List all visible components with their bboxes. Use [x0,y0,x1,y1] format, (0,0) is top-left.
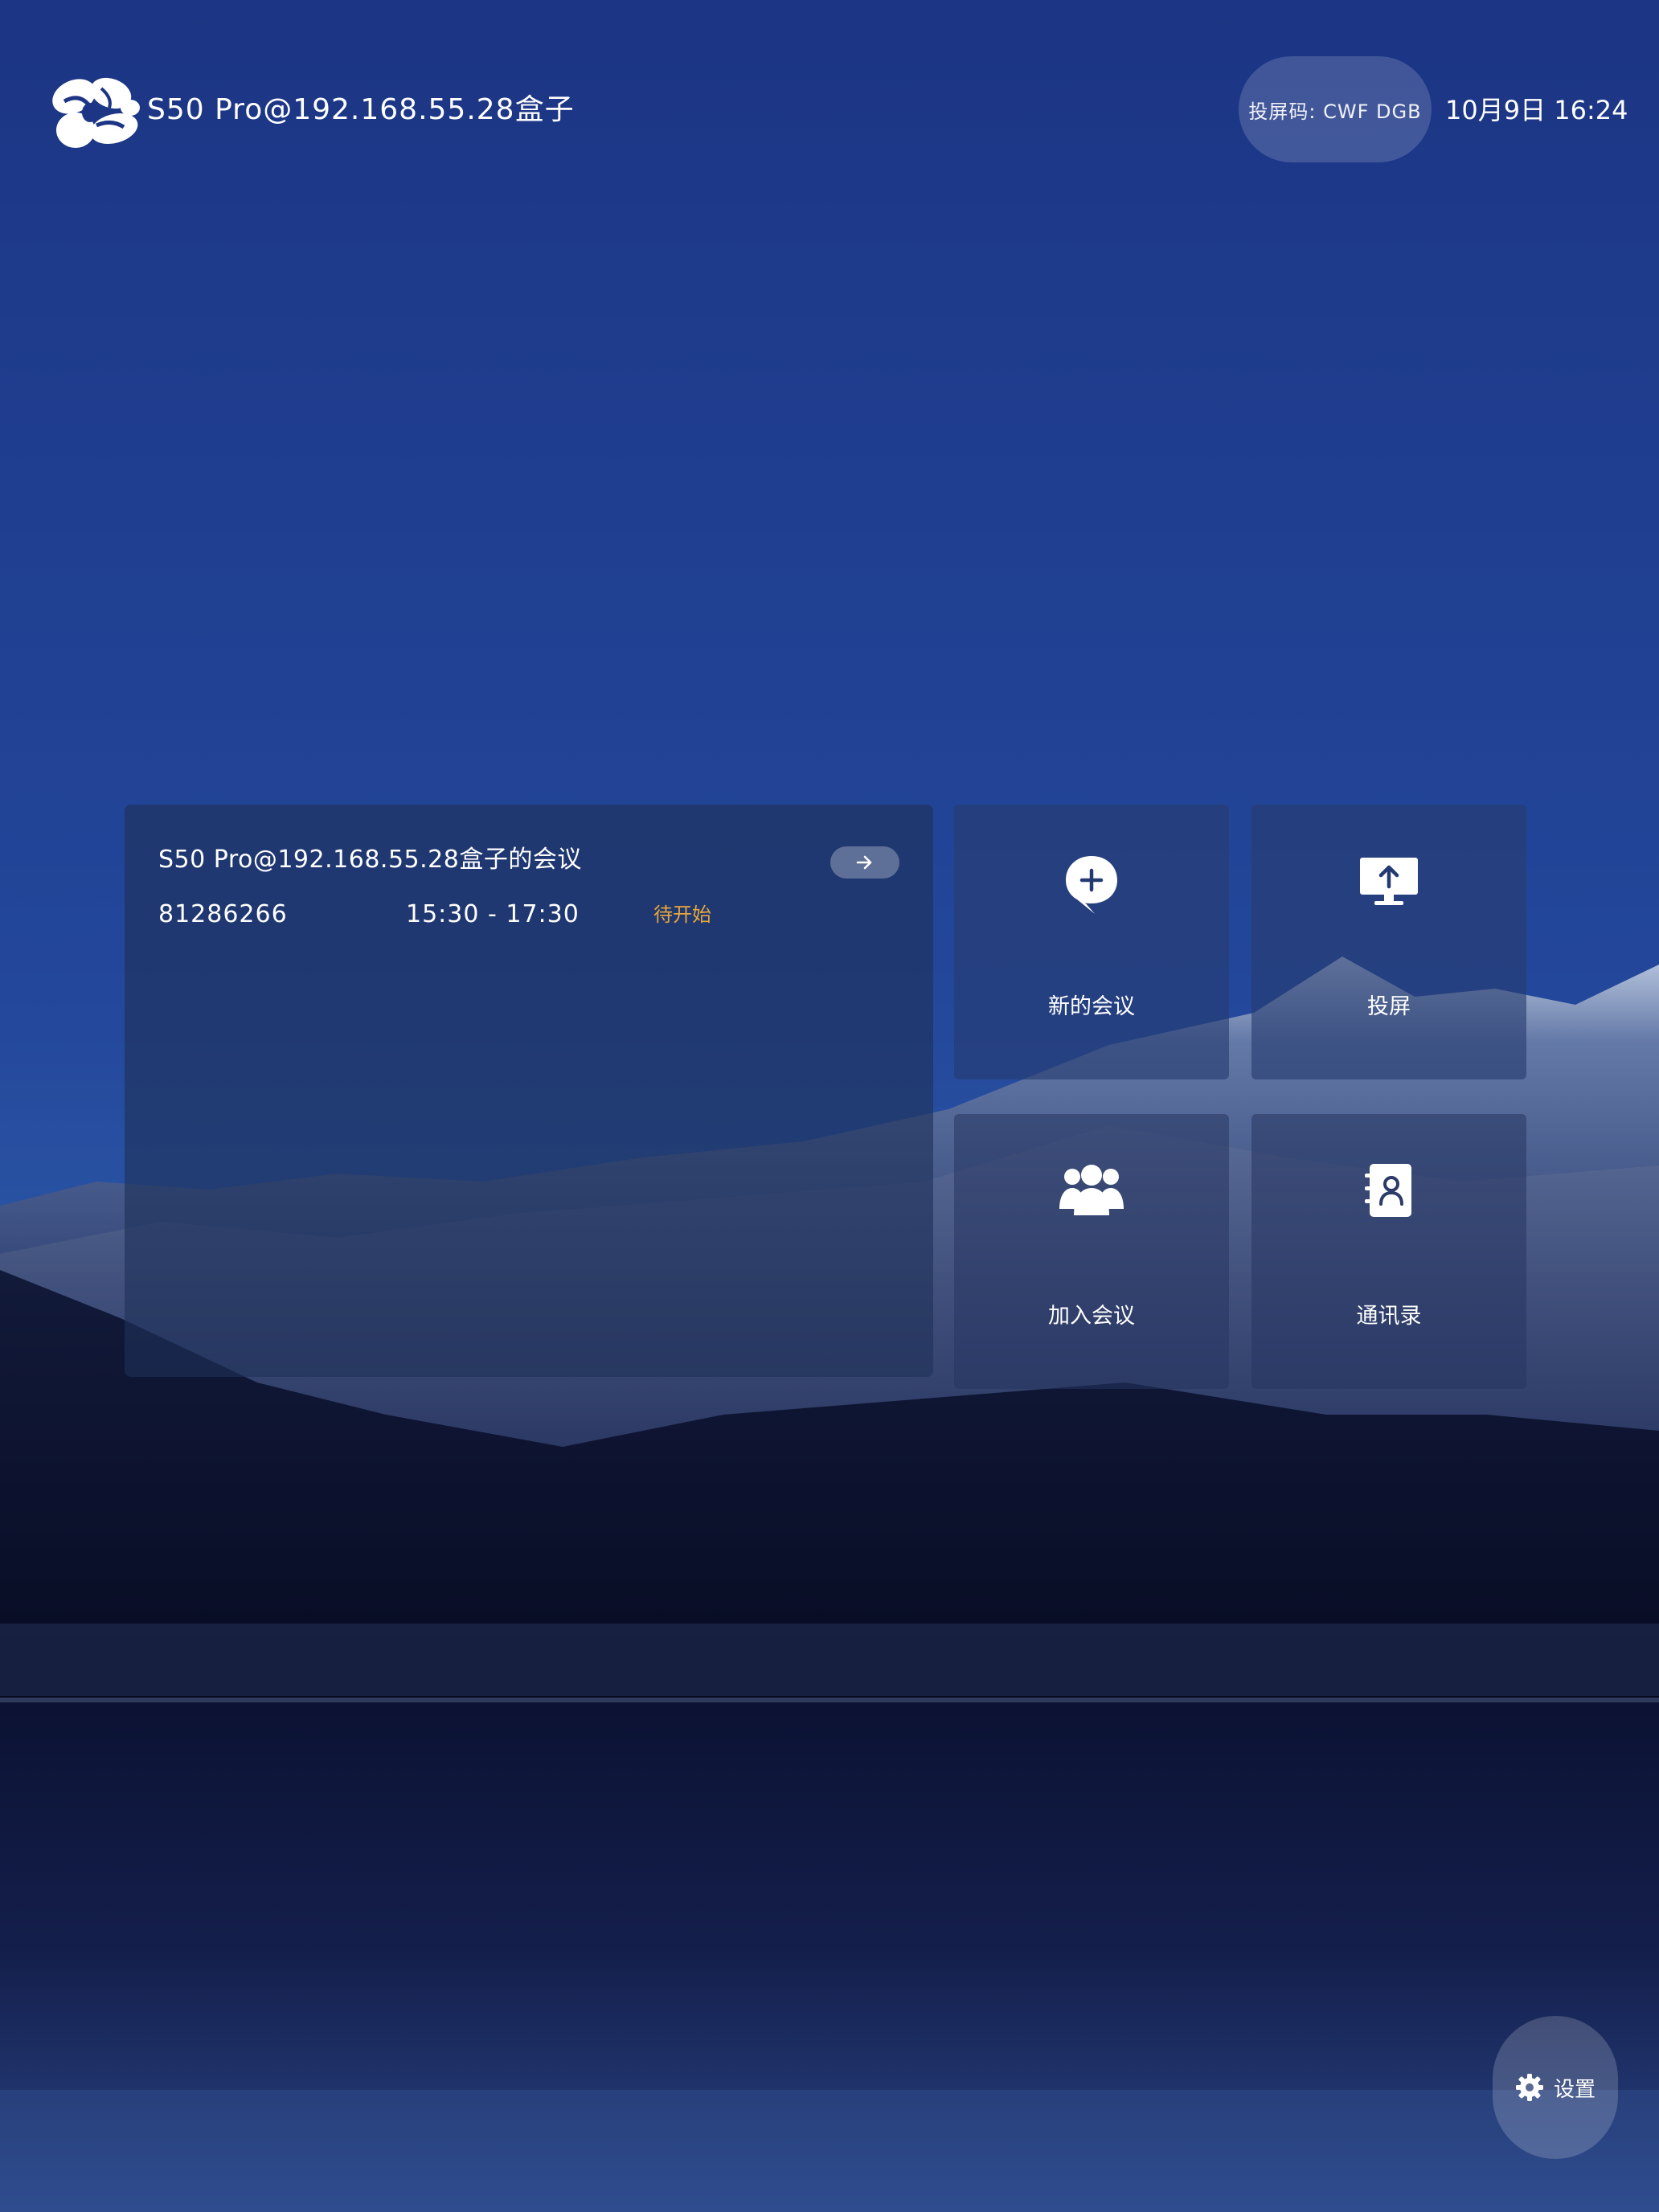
settings-button[interactable]: 设置 [1493,2016,1618,2159]
date-time: 10月9日 16:24 [1445,95,1628,125]
new-meeting-tile[interactable]: 新的会议 [954,805,1229,1079]
device-title: S50 Pro@192.168.55.28盒子 [147,93,575,126]
arrow-right-icon [856,855,872,870]
screen-share-tile[interactable]: 投屏 [1251,805,1526,1079]
tile-label: 投屏 [1367,994,1411,1019]
cast-code-badge[interactable]: 投屏码: CWF DGB [1239,56,1432,162]
settings-label: 设置 [1553,2077,1596,2102]
contacts-tile[interactable]: 通讯录 [1251,1114,1526,1389]
group-icon [1059,1165,1124,1215]
screen-share-icon [1360,858,1418,905]
brand-logo [52,77,140,148]
tile-label: 通讯录 [1356,1304,1422,1329]
meeting-detail-button[interactable] [830,846,899,879]
meeting-title: S50 Pro@192.168.55.28盒子的会议 [158,846,582,874]
meeting-card[interactable]: S50 Pro@192.168.55.28盒子的会议 81286266 15:3… [125,805,933,1377]
join-meeting-tile[interactable]: 加入会议 [954,1114,1229,1389]
chat-plus-icon [1066,856,1117,914]
tile-label: 加入会议 [1048,1304,1135,1329]
gear-icon [1515,2074,1543,2101]
meeting-status: 待开始 [653,903,711,926]
contacts-book-icon [1365,1164,1411,1217]
cast-code-text: 投屏码: CWF DGB [1248,100,1422,123]
meeting-id: 81286266 [158,900,288,928]
tile-label: 新的会议 [1048,994,1135,1019]
meeting-time: 15:30 - 17:30 [406,900,580,928]
